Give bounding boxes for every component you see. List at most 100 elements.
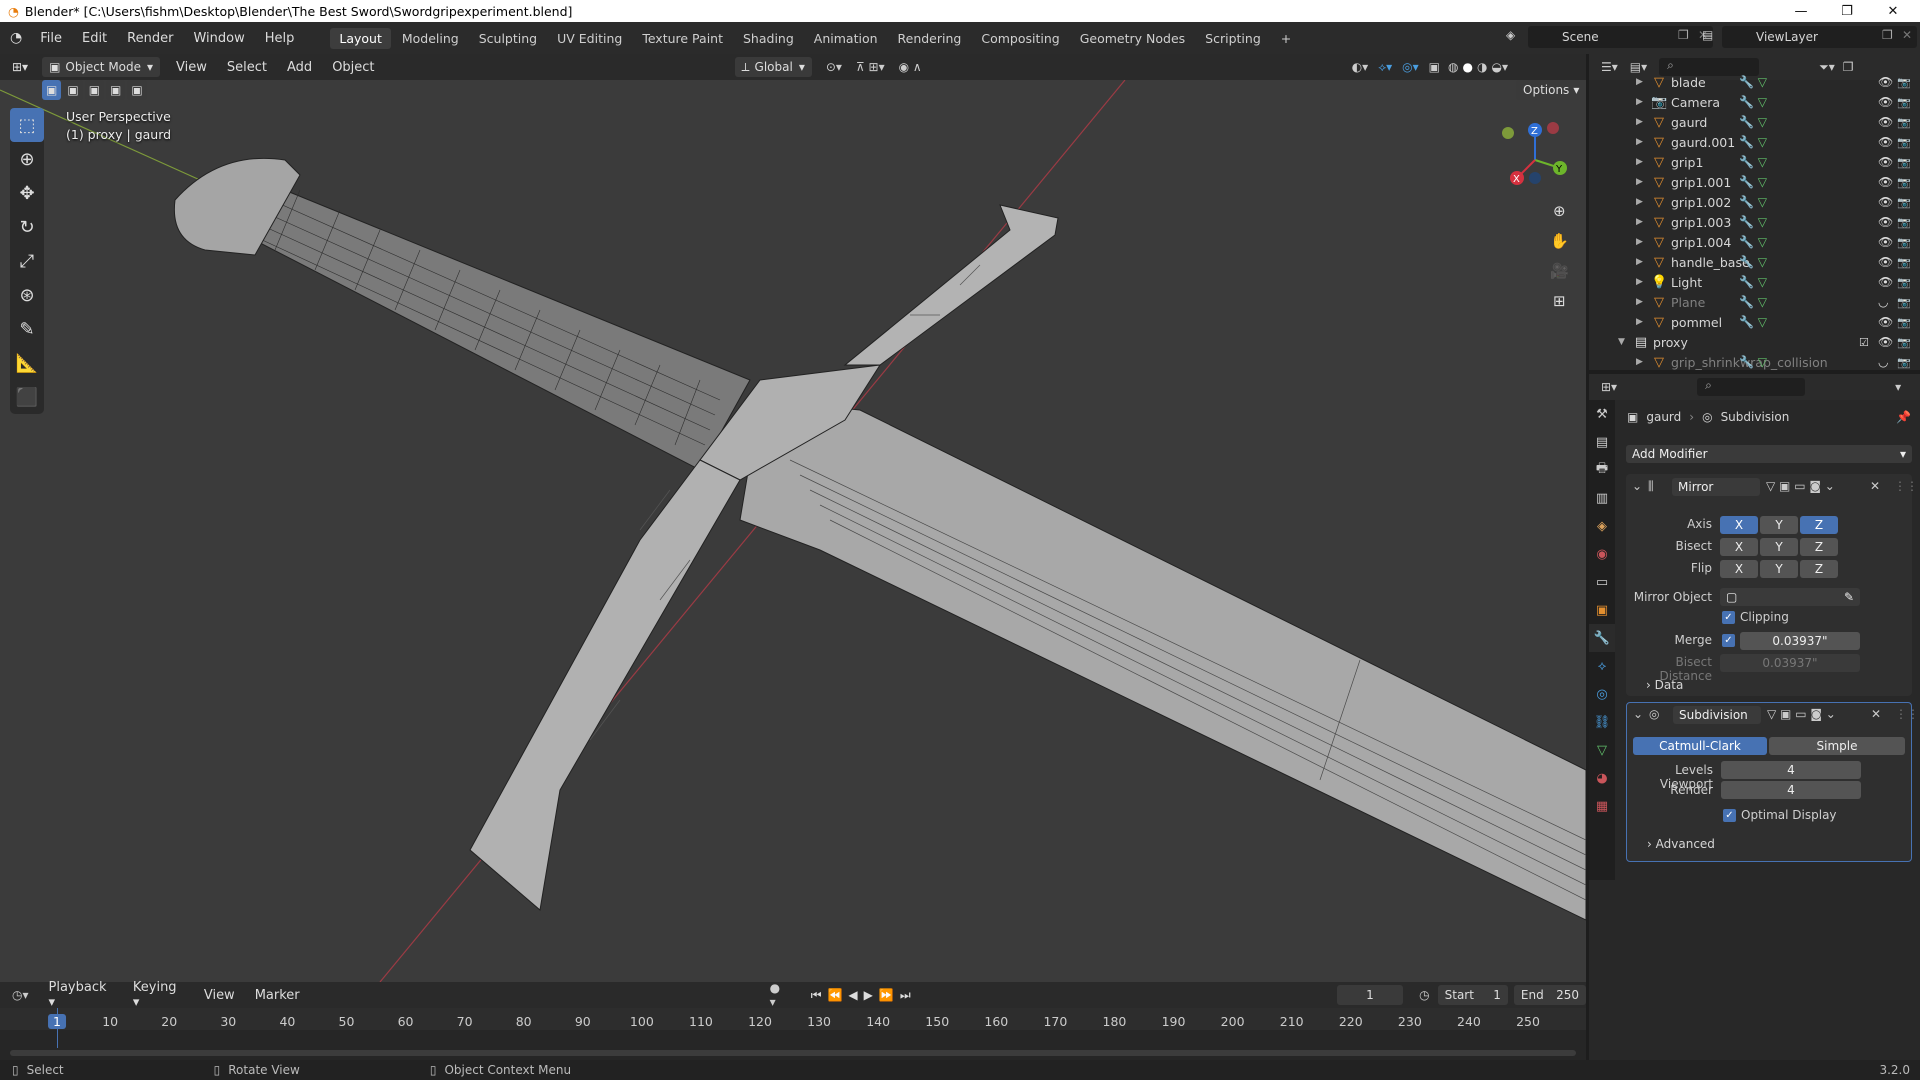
mode-dropdown[interactable]: ▣ Object Mode ▾ [42, 57, 161, 77]
select-extend-icon[interactable]: ▣ [63, 80, 83, 100]
expand-right-icon[interactable]: ▶ [1636, 277, 1643, 287]
menu-edit[interactable]: Edit [72, 31, 117, 46]
output-tab-icon[interactable]: 🖶 [1589, 456, 1615, 484]
modifier-wrench-icon[interactable]: 🔧 ▽ [1739, 255, 1767, 269]
render-camera-icon[interactable]: 📷 [1897, 296, 1911, 309]
modifier-wrench-icon[interactable]: 🔧 ▽ [1739, 235, 1767, 249]
eye-icon[interactable]: 👁 [1878, 155, 1893, 169]
flip-x-toggle[interactable]: X [1720, 560, 1758, 578]
add-modifier-dropdown[interactable]: Add Modifier ▾ [1626, 445, 1912, 463]
select-intersect-icon[interactable]: ▣ [127, 80, 147, 100]
tab-modeling[interactable]: Modeling [393, 28, 468, 49]
add-workspace-button[interactable]: + [1272, 28, 1300, 49]
merge-checkbox[interactable]: ✓ [1722, 634, 1735, 647]
flip-z-toggle[interactable]: Z [1800, 560, 1838, 578]
data-tab-icon[interactable]: ▽ [1589, 736, 1615, 764]
tab-geometry-nodes[interactable]: Geometry Nodes [1071, 28, 1194, 49]
menu-help[interactable]: Help [255, 31, 305, 46]
physics-tab-icon[interactable]: ◎ [1589, 680, 1615, 708]
tab-layout[interactable]: Layout [330, 27, 391, 49]
editor-type-icon[interactable]: ⊞▾ [12, 60, 28, 74]
expand-right-icon[interactable]: ▶ [1636, 97, 1643, 107]
data-subpanel-toggle[interactable]: › Data [1646, 678, 1683, 692]
expand-right-icon[interactable]: ▶ [1636, 257, 1643, 267]
modifier-wrench-icon[interactable]: 🔧 ▽ [1739, 75, 1767, 89]
render-camera-icon[interactable]: 📷 [1897, 356, 1911, 369]
menu-object[interactable]: Object [322, 60, 384, 75]
3d-viewport[interactable]: User Perspective (1) proxy | gaurd Optio… [0, 80, 1586, 982]
eye-icon[interactable]: ◡ [1878, 295, 1888, 309]
outliner-item[interactable]: ▶ ▽ blade 🔧 ▽ 👁 📷 [1589, 72, 1920, 92]
outliner-item[interactable]: ▶ ▽ grip_shrinkwrap_collision 🔧 ▽ ◡ 📷 [1589, 352, 1920, 372]
menu-window[interactable]: Window [183, 31, 254, 46]
rotate-icon[interactable]: ↻ [10, 210, 44, 244]
material-shading-icon[interactable]: ◑ [1477, 60, 1487, 74]
outliner-item[interactable]: ▶ 📷 Camera 🔧 ▽ 👁 📷 [1589, 92, 1920, 112]
eye-icon[interactable]: ◡ [1878, 355, 1888, 369]
solid-shading-icon[interactable]: ● [1463, 60, 1473, 74]
eye-icon[interactable]: 👁 [1878, 275, 1893, 289]
expand-right-icon[interactable]: ▶ [1636, 217, 1643, 227]
axis-y-toggle[interactable]: Y [1760, 516, 1798, 534]
blender-menu-icon[interactable]: ◔ [10, 30, 22, 46]
material-tab-icon[interactable]: ◕ [1589, 764, 1615, 792]
drag-handle-icon[interactable]: ⋮⋮ [1894, 479, 1918, 493]
tab-animation[interactable]: Animation [805, 28, 887, 49]
tab-scripting[interactable]: Scripting [1196, 28, 1270, 49]
wireframe-shading-icon[interactable]: ◍ [1448, 60, 1458, 74]
modifier-tab-icon[interactable]: 🔧 [1589, 624, 1615, 652]
outliner-item[interactable]: ▶ ▽ pommel 🔧 ▽ 👁 📷 [1589, 312, 1920, 332]
constraints-tab-icon[interactable]: ⛓ [1589, 708, 1615, 736]
snap-icon[interactable]: ⊼ ⊞▾ [856, 60, 885, 74]
scale-icon[interactable]: ⤢ [10, 244, 44, 278]
cursor-icon[interactable]: ⊕ [10, 142, 44, 176]
modifier-toggles[interactable]: ▽ ▣ ▭ ◙ ⌄ [1766, 479, 1835, 493]
eye-icon[interactable]: 👁 [1878, 215, 1893, 229]
move-icon[interactable]: ✥ [10, 176, 44, 210]
eye-icon[interactable]: 👁 [1878, 195, 1893, 209]
pin-icon[interactable]: 📌 [1896, 410, 1911, 424]
measure-icon[interactable]: 📐 [10, 346, 44, 380]
levels-viewport-field[interactable]: 4 [1721, 761, 1861, 779]
eye-icon[interactable]: 👁 [1878, 115, 1893, 129]
remove-modifier-icon[interactable]: ✕ [1870, 479, 1880, 493]
collapse-icon[interactable]: ⌄ [1633, 707, 1643, 721]
menu-add[interactable]: Add [277, 60, 322, 75]
render-camera-icon[interactable]: 📷 [1897, 96, 1911, 109]
expand-right-icon[interactable]: ▶ [1636, 137, 1643, 147]
outliner-item[interactable]: ▶ ▽ gaurd.001 🔧 ▽ 👁 📷 [1589, 132, 1920, 152]
modifier-wrench-icon[interactable]: 🔧 ▽ [1739, 95, 1767, 109]
outliner-item[interactable]: ▶ ▽ grip1.004 🔧 ▽ 👁 📷 [1589, 232, 1920, 252]
drag-handle-icon[interactable]: ⋮⋮ [1895, 707, 1919, 721]
bisect-y-toggle[interactable]: Y [1760, 538, 1798, 556]
modifier-wrench-icon[interactable]: 🔧 ▽ [1739, 295, 1767, 309]
menu-view[interactable]: View [166, 60, 217, 75]
end-frame-field[interactable]: End 250 [1513, 985, 1586, 1005]
outliner-item[interactable]: ▶ ▽ handle_base 🔧 ▽ 👁 📷 [1589, 252, 1920, 272]
new-scene-icon[interactable]: ❐ [1678, 28, 1689, 42]
tab-sculpting[interactable]: Sculpting [470, 28, 546, 49]
merge-distance-field[interactable]: 0.03937" [1740, 632, 1860, 650]
render-camera-icon[interactable]: 📷 [1897, 176, 1911, 189]
maximize-button[interactable]: ❐ [1824, 0, 1870, 22]
outliner-item[interactable]: ▶ ▽ grip1 🔧 ▽ 👁 📷 [1589, 152, 1920, 172]
tab-uv-editing[interactable]: UV Editing [548, 28, 631, 49]
outliner-item[interactable]: ▶ ▽ gaurd 🔧 ▽ 👁 📷 [1589, 112, 1920, 132]
render-camera-icon[interactable]: 📷 [1897, 336, 1911, 349]
tab-texture-paint[interactable]: Texture Paint [633, 28, 732, 49]
modifier-wrench-icon[interactable]: 🔧 ▽ [1739, 315, 1767, 329]
camera-view-icon[interactable]: 🎥 [1550, 256, 1569, 286]
expand-right-icon[interactable]: ▶ [1636, 77, 1643, 87]
expand-down-icon[interactable]: ▼ [1618, 337, 1625, 347]
render-camera-icon[interactable]: 📷 [1897, 276, 1911, 289]
playback-controls[interactable]: ⏮⏪◀▶⏩⏭ [811, 988, 917, 1003]
menu-file[interactable]: File [30, 31, 72, 46]
start-frame-field[interactable]: Start 1 [1437, 985, 1508, 1005]
rendered-shading-icon[interactable]: ◒▾ [1491, 60, 1508, 74]
current-frame-field[interactable]: 1 [1336, 985, 1404, 1005]
timeline-editor-icon[interactable]: ◷▾ [12, 988, 29, 1002]
xray-icon[interactable]: ▣ [1429, 60, 1440, 74]
object-tab-icon[interactable]: ▣ [1589, 596, 1615, 624]
modifier-wrench-icon[interactable]: 🔧 ▽ [1739, 275, 1767, 289]
select-invert-icon[interactable]: ▣ [106, 80, 126, 100]
